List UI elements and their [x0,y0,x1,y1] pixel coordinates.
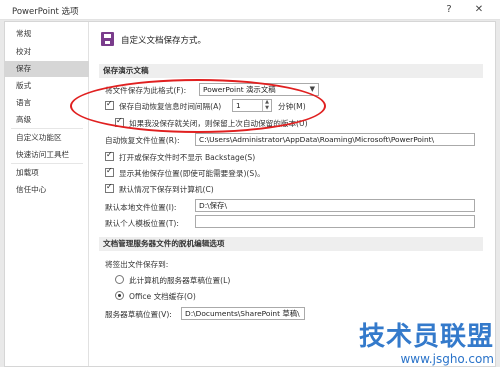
watermark-logo: 技术员联盟 [358,322,494,352]
sidebar-item-save[interactable]: 保存 [5,61,89,77]
title-bar: PowerPoint 选项 ? ✕ [0,0,500,20]
help-icon[interactable]: ? [440,2,458,18]
server-drafts-radio[interactable] [115,275,124,284]
sidebar-divider [11,128,83,129]
office-cache-label: Office 文档缓存(O) [129,292,196,301]
server-drafts-location-input[interactable]: D:\Documents\SharePoint 草稿\ [181,307,305,320]
save-to-computer-label: 默认情况下保存到计算机(C) [119,185,214,194]
sidebar-item-customize-ribbon[interactable]: 自定义功能区 [5,130,89,146]
window-title: PowerPoint 选项 [12,7,79,17]
autorecover-location-label: 自动恢复文件位置(R): [105,136,180,145]
server-drafts-label: 此计算机的服务器草稿位置(L) [129,276,231,285]
section-offline-editing: 文档管理服务器文件的脱机编辑选项 [99,237,483,251]
close-icon[interactable]: ✕ [470,2,488,18]
autorecover-location-input[interactable]: C:\Users\Administrator\AppData\Roaming\M… [195,133,475,146]
no-backstage-label: 打开或保存文件时不显示 Backstage(S) [119,153,256,162]
page-header: 自定义文档保存方式。 [121,36,207,46]
sidebar-item-quick-access[interactable]: 快速访问工具栏 [5,147,89,163]
sidebar: 常规 校对 保存 版式 语言 高级 自定义功能区 快速访问工具栏 加载项 信任中… [5,22,89,366]
sidebar-item-layout[interactable]: 版式 [5,78,89,94]
personal-templates-label: 默认个人模板位置(T): [105,219,179,228]
main-content: 自定义文档保存方式。 保存演示文稿 将文件保存为此格式(F): PowerPoi… [91,22,493,366]
save-to-computer-checkbox[interactable] [105,182,114,193]
personal-templates-input[interactable] [195,215,475,228]
red-highlight-ellipse [70,79,326,133]
server-drafts-location-label: 服务器草稿位置(V): [105,310,172,319]
show-additional-locations-checkbox[interactable] [105,166,114,177]
default-local-location-input[interactable]: D:\保存\ [195,199,475,212]
show-additional-locations-label: 显示其他保存位置(即使可能需要登录)(S)。 [119,169,265,178]
sidebar-divider [11,163,83,164]
office-cache-radio[interactable] [115,291,124,300]
sidebar-item-trust-center[interactable]: 信任中心 [5,182,89,198]
sidebar-item-addins[interactable]: 加载项 [5,165,89,181]
sidebar-item-proofing[interactable]: 校对 [5,44,89,60]
save-disk-icon [101,32,114,46]
default-local-location-label: 默认本地文件位置(I): [105,203,177,212]
save-checked-out-label: 将签出文件保存到: [105,260,169,269]
watermark-url: www.jsgho.com [400,352,494,366]
no-backstage-checkbox[interactable] [105,150,114,161]
sidebar-item-general[interactable]: 常规 [5,26,89,42]
section-save-presentations: 保存演示文稿 [99,64,483,78]
